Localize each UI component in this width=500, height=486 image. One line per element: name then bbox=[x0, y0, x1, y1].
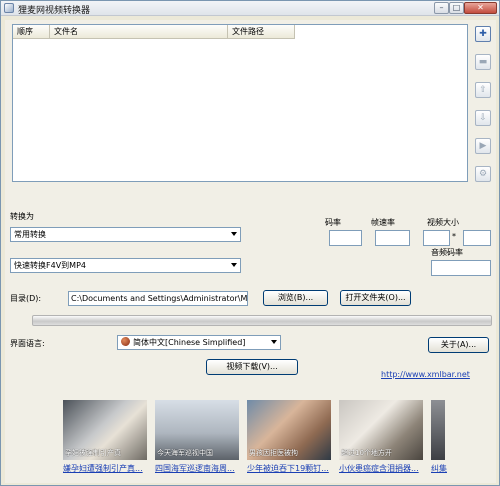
convert-category-select[interactable]: 常用转换 bbox=[10, 227, 241, 242]
file-list-header: 顺序 文件名 文件路径 bbox=[13, 25, 295, 39]
news-link[interactable]: 小伙患癌症含泪捐器... bbox=[339, 463, 419, 474]
chevron-down-icon bbox=[231, 232, 237, 236]
column-header-filename[interactable]: 文件名 bbox=[50, 25, 228, 39]
file-list[interactable]: 顺序 文件名 文件路径 bbox=[12, 24, 468, 182]
column-header-order[interactable]: 顺序 bbox=[13, 25, 50, 39]
news-link[interactable]: 嫌孕妇遭强制引产真... bbox=[63, 463, 143, 474]
minimize-button[interactable]: – bbox=[434, 2, 449, 14]
chevron-down-icon bbox=[231, 263, 237, 267]
open-folder-button[interactable]: 打开文件夹(O)... bbox=[340, 290, 411, 306]
main-panel: 顺序 文件名 文件路径 ✚ ▬ ⇧ ⇩ ▶ ⚙ 转换为 常用转换 快速转换F4V… bbox=[5, 20, 496, 483]
news-link[interactable]: 少年被迫吞下19颗钉... bbox=[247, 463, 329, 474]
convert-preset-value: 快速转换F4V到MP4 bbox=[14, 261, 86, 270]
column-header-filepath[interactable]: 文件路径 bbox=[228, 25, 295, 39]
app-window: 狸麦网视频转换器 – □ ✕ 顺序 文件名 文件路径 ✚ ▬ ⇧ ⇩ ▶ ⚙ 转… bbox=[0, 0, 500, 486]
convert-preset-select[interactable]: 快速转换F4V到MP4 bbox=[10, 258, 241, 273]
bitrate-label: 码率 bbox=[325, 218, 341, 227]
browse-button[interactable]: 浏览(B)... bbox=[263, 290, 328, 306]
news-thumbnail-strip: 孕妇被强制引产真 嫌孕妇遭强制引产真... 今天海军巡视中国 四国海军巡逻南海周… bbox=[63, 400, 447, 480]
thumbnail-caption: 男孩因拒医被拘 bbox=[249, 449, 298, 457]
remove-file-icon: ▬ bbox=[478, 57, 488, 67]
language-value: 简体中文[Chinese Simplified] bbox=[133, 338, 246, 347]
settings-icon: ⚙ bbox=[478, 169, 488, 179]
audio-bitrate-label: 音频码率 bbox=[431, 248, 463, 257]
size-times-sign: * bbox=[452, 232, 456, 241]
news-thumbnail-image[interactable]: 孕妇被强制引产真 bbox=[63, 400, 147, 460]
news-thumbnail-image[interactable]: 超过10个地方开 bbox=[339, 400, 423, 460]
app-icon bbox=[4, 3, 14, 13]
move-up-icon: ⇧ bbox=[479, 85, 487, 95]
output-path-field[interactable]: C:\Documents and Settings\Administrator\… bbox=[68, 291, 248, 306]
video-size-label: 视频大小 bbox=[427, 218, 459, 227]
convert-category-value: 常用转换 bbox=[14, 230, 46, 239]
move-down-button[interactable]: ⇩ bbox=[475, 110, 491, 126]
add-file-button[interactable]: ✚ bbox=[475, 26, 491, 42]
language-select[interactable]: 简体中文[Chinese Simplified] bbox=[117, 335, 281, 350]
news-thumbnail-image[interactable]: 今天海军巡视中国 bbox=[155, 400, 239, 460]
play-button[interactable]: ▶ bbox=[475, 138, 491, 154]
news-thumbnail-image[interactable]: 男孩因拒医被拘 bbox=[247, 400, 331, 460]
title-bar[interactable]: 狸麦网视频转换器 – □ ✕ bbox=[1, 1, 499, 16]
move-up-button[interactable]: ⇧ bbox=[475, 82, 491, 98]
news-link[interactable]: 四国海军巡逻南海周... bbox=[155, 463, 235, 474]
language-label: 界面语言: bbox=[10, 339, 45, 348]
settings-button[interactable]: ⚙ bbox=[475, 166, 491, 182]
video-width-input[interactable] bbox=[423, 230, 450, 246]
flag-icon bbox=[121, 337, 130, 346]
thumbnail-caption: 今天海军巡视中国 bbox=[157, 449, 213, 457]
chevron-down-icon bbox=[271, 340, 277, 344]
remove-file-button[interactable]: ▬ bbox=[475, 54, 491, 70]
framerate-input[interactable] bbox=[375, 230, 410, 246]
news-link[interactable]: 纠集 bbox=[431, 463, 447, 474]
play-icon: ▶ bbox=[479, 141, 487, 151]
thumbnail-caption: 超过10个地方开 bbox=[341, 449, 392, 457]
framerate-label: 帧速率 bbox=[371, 218, 395, 227]
convert-to-label: 转换为 bbox=[10, 212, 34, 221]
audio-bitrate-input[interactable] bbox=[431, 260, 491, 276]
close-button[interactable]: ✕ bbox=[464, 2, 497, 14]
video-download-button[interactable]: 视频下载(V)... bbox=[206, 359, 298, 375]
add-file-icon: ✚ bbox=[479, 29, 487, 39]
news-thumbnail-image[interactable] bbox=[431, 400, 445, 460]
about-button[interactable]: 关于(A)... bbox=[428, 337, 489, 353]
conversion-progress-bar bbox=[32, 315, 492, 326]
move-down-icon: ⇩ bbox=[479, 113, 487, 123]
output-dir-label: 目录(D): bbox=[10, 294, 42, 303]
window-title: 狸麦网视频转换器 bbox=[18, 6, 91, 16]
maximize-button[interactable]: □ bbox=[449, 2, 464, 14]
bitrate-input[interactable] bbox=[329, 230, 362, 246]
video-height-input[interactable] bbox=[463, 230, 491, 246]
website-link[interactable]: http://www.xmlbar.net bbox=[381, 370, 470, 379]
thumbnail-caption: 孕妇被强制引产真 bbox=[65, 449, 121, 457]
